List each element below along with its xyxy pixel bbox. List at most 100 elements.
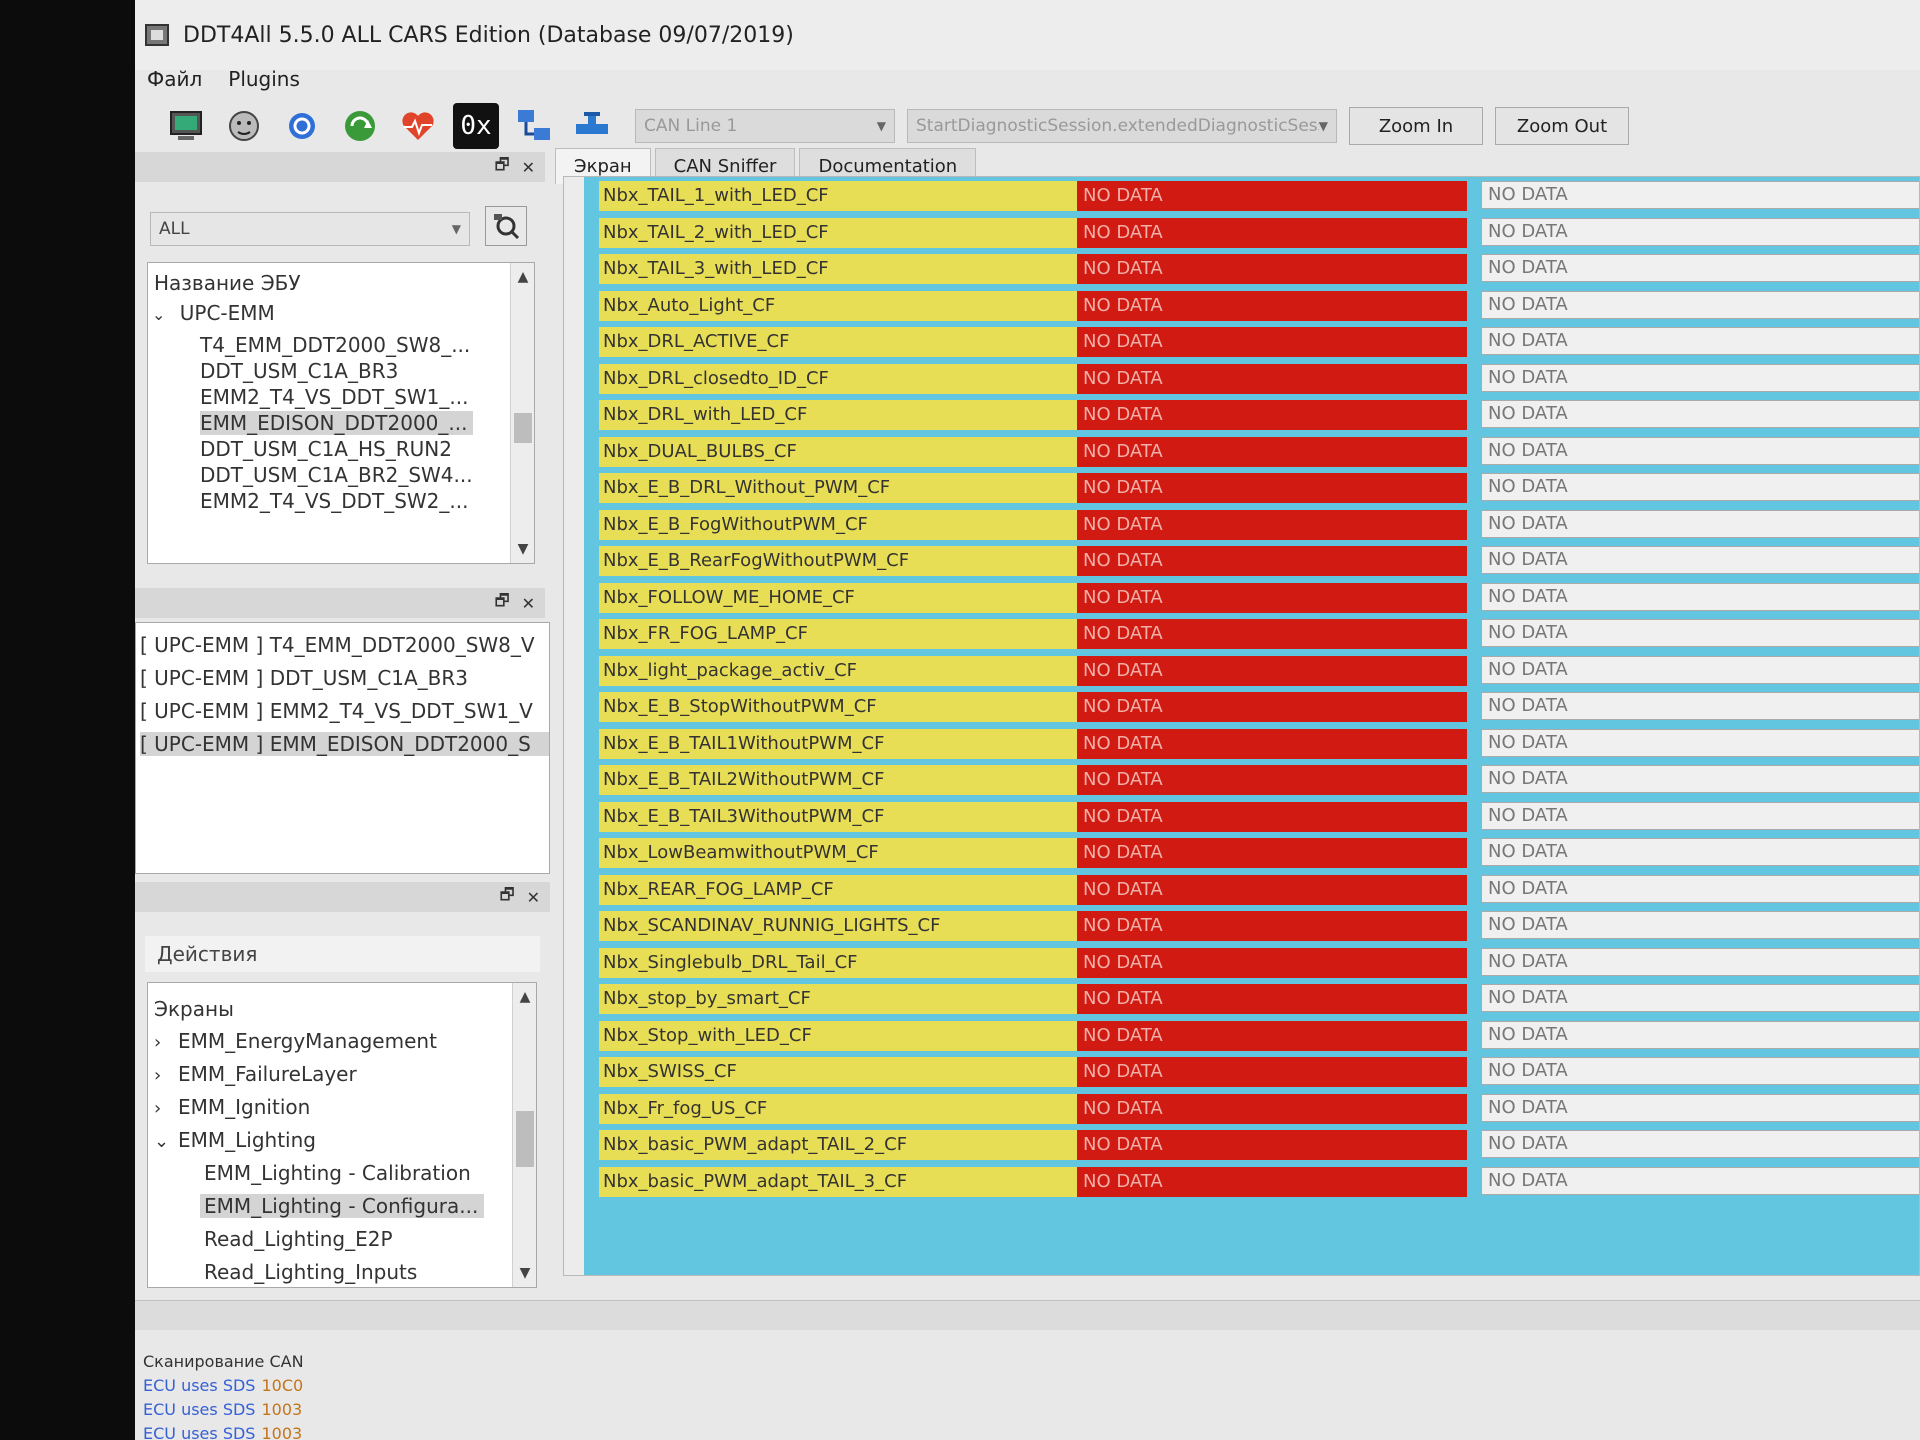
- param-value-input[interactable]: NO DATA: [1481, 1020, 1919, 1049]
- param-name: Nbx_LowBeamwithoutPWM_CF: [599, 838, 1077, 868]
- ecu-tree-item[interactable]: EMM_EDISON_DDT2000_...: [200, 411, 474, 435]
- param-value-input[interactable]: NO DATA: [1481, 217, 1919, 246]
- chevron-down-icon[interactable]: ▼: [513, 1261, 536, 1285]
- refresh-icon[interactable]: [279, 103, 325, 149]
- float-icon[interactable]: 🗗: [495, 590, 510, 617]
- log-line: ECU uses SDS 1003: [143, 1398, 304, 1422]
- param-value-input[interactable]: NO DATA: [1481, 290, 1919, 319]
- menu-bar: Файл Plugins: [135, 62, 300, 96]
- param-value-display: NO DATA: [1077, 728, 1467, 759]
- zoom-in-button[interactable]: Zoom In: [1349, 107, 1483, 145]
- param-value-input[interactable]: NO DATA: [1481, 1130, 1919, 1158]
- float-icon[interactable]: 🗗: [495, 154, 510, 181]
- zoom-out-button[interactable]: Zoom Out: [1495, 107, 1629, 145]
- sync-icon[interactable]: [337, 103, 383, 149]
- close-icon[interactable]: ✕: [527, 888, 540, 907]
- param-name: Nbx_REAR_FOG_LAMP_CF: [599, 874, 1077, 905]
- chevron-down-icon: ▼: [876, 119, 886, 133]
- param-row: Nbx_Auto_Light_CF NO DATA NO DATA: [584, 290, 1919, 321]
- param-value-input[interactable]: NO DATA: [1481, 254, 1919, 282]
- param-value-input[interactable]: NO DATA: [1481, 655, 1919, 684]
- loaded-ecu-item[interactable]: [ UPC-EMM ] T4_EMM_DDT2000_SW8_V: [140, 633, 549, 657]
- chevron-right-icon[interactable]: ›: [154, 1098, 174, 1119]
- param-name: Nbx_E_B_TAIL2WithoutPWM_CF: [599, 765, 1077, 795]
- action-tree-item[interactable]: › EMM_EnergyManagement: [154, 1029, 443, 1053]
- param-value-input[interactable]: NO DATA: [1481, 181, 1919, 209]
- close-icon[interactable]: ✕: [522, 594, 535, 613]
- monitor-icon[interactable]: [163, 103, 209, 149]
- heartbeat-icon[interactable]: [395, 103, 441, 149]
- param-value-input[interactable]: NO DATA: [1481, 728, 1919, 757]
- param-value-input[interactable]: NO DATA: [1481, 911, 1919, 939]
- ecu-tree-item[interactable]: EMM2_T4_VS_DDT_SW1_...: [200, 385, 474, 409]
- param-value-input[interactable]: NO DATA: [1481, 363, 1919, 392]
- ecu-tree-item[interactable]: EMM2_T4_VS_DDT_SW2_...: [200, 489, 474, 513]
- param-value-input[interactable]: NO DATA: [1481, 838, 1919, 866]
- param-value-input[interactable]: NO DATA: [1481, 619, 1919, 647]
- loaded-ecu-item[interactable]: [ UPC-EMM ] DDT_USM_C1A_BR3: [140, 666, 549, 690]
- dog-icon[interactable]: [221, 103, 267, 149]
- param-row: Nbx_basic_PWM_adapt_TAIL_3_CF NO DATA NO D…: [584, 1166, 1919, 1197]
- param-name: Nbx_TAIL_1_with_LED_CF: [599, 181, 1077, 211]
- action-tree-item[interactable]: EMM_Lighting - Configura...: [200, 1194, 485, 1218]
- param-value-input[interactable]: NO DATA: [1481, 1057, 1919, 1085]
- menu-plugins[interactable]: Plugins: [228, 67, 300, 91]
- chevron-up-icon[interactable]: ▲: [511, 265, 534, 289]
- param-value-input[interactable]: NO DATA: [1481, 473, 1919, 501]
- param-value-display: NO DATA: [1077, 765, 1467, 795]
- param-value-display: NO DATA: [1077, 1093, 1467, 1124]
- chevron-down-icon[interactable]: ⌄: [154, 1131, 174, 1152]
- param-value-input[interactable]: NO DATA: [1481, 947, 1919, 976]
- close-icon[interactable]: ✕: [522, 158, 535, 177]
- action-tree-item[interactable]: Read_Lighting_E2P: [200, 1227, 399, 1251]
- action-tree-item[interactable]: ⌄ EMM_Lighting: [154, 1128, 322, 1152]
- chevron-right-icon[interactable]: ›: [154, 1032, 174, 1053]
- param-value-input[interactable]: NO DATA: [1481, 1093, 1919, 1122]
- action-tree-item[interactable]: › EMM_Ignition: [154, 1095, 316, 1119]
- param-value-input[interactable]: NO DATA: [1481, 874, 1919, 903]
- can-line-select[interactable]: CAN Line 1 ▼: [635, 109, 895, 143]
- ecu-tree-item[interactable]: DDT_USM_C1A_BR2_SW4...: [200, 463, 479, 487]
- param-value-input[interactable]: NO DATA: [1481, 546, 1919, 574]
- scroll-thumb[interactable]: [514, 413, 532, 443]
- ecu-tree-item[interactable]: T4_EMM_DDT2000_SW8_...: [200, 333, 476, 357]
- ecu-tree-item[interactable]: DDT_USM_C1A_BR3: [200, 359, 404, 383]
- ecu-group[interactable]: ⌄ UPC-EMM: [152, 301, 275, 325]
- action-tree-item[interactable]: › EMM_FailureLayer: [154, 1062, 363, 1086]
- ecu-scrollbar[interactable]: ▲ ▼: [510, 263, 534, 563]
- param-value-input[interactable]: NO DATA: [1481, 400, 1919, 428]
- network-icon[interactable]: [511, 103, 557, 149]
- action-tree-item[interactable]: EMM_Lighting - Calibration: [200, 1161, 477, 1185]
- log-text: ECU uses SDS: [143, 1424, 256, 1440]
- pipe-icon[interactable]: [569, 103, 615, 149]
- param-value-input[interactable]: NO DATA: [1481, 801, 1919, 830]
- param-value-input[interactable]: NO DATA: [1481, 436, 1919, 465]
- param-value-input[interactable]: NO DATA: [1481, 692, 1919, 720]
- chevron-down-icon: ▼: [1318, 119, 1328, 133]
- ecu-search-button[interactable]: [485, 206, 527, 246]
- param-value-input[interactable]: NO DATA: [1481, 509, 1919, 538]
- chevron-down-icon[interactable]: ▼: [511, 537, 534, 561]
- chevron-right-icon[interactable]: ›: [154, 1065, 174, 1086]
- loaded-ecu-item[interactable]: [ UPC-EMM ] EMM2_T4_VS_DDT_SW1_V: [140, 699, 549, 723]
- param-value-input[interactable]: NO DATA: [1481, 1166, 1919, 1195]
- chevron-up-icon[interactable]: ▲: [513, 985, 536, 1009]
- param-value-input[interactable]: NO DATA: [1481, 327, 1919, 355]
- session-select[interactable]: StartDiagnosticSession.extendedDiagnosti…: [907, 109, 1337, 143]
- param-row: Nbx_Fr_fog_US_CF NO DATA NO DATA: [584, 1093, 1919, 1124]
- ecu-filter-select[interactable]: ALL ▼: [150, 212, 470, 246]
- ecu-tree-item[interactable]: DDT_USM_C1A_HS_RUN2: [200, 437, 458, 461]
- action-tree-item[interactable]: Read_Lighting_Inputs: [200, 1260, 423, 1284]
- hex-icon[interactable]: 0x: [453, 103, 499, 149]
- actions-scrollbar[interactable]: ▲ ▼: [512, 983, 536, 1287]
- param-value-display: NO DATA: [1077, 692, 1467, 722]
- param-value-input[interactable]: NO DATA: [1481, 765, 1919, 793]
- param-value-input[interactable]: NO DATA: [1481, 582, 1919, 611]
- loaded-ecu-item[interactable]: [ UPC-EMM ] EMM_EDISON_DDT2000_S: [140, 732, 549, 756]
- float-icon[interactable]: 🗗: [500, 884, 515, 911]
- scroll-thumb[interactable]: [516, 1111, 534, 1167]
- param-value-display: NO DATA: [1077, 582, 1467, 613]
- param-value-display: NO DATA: [1077, 1166, 1467, 1197]
- param-value-input[interactable]: NO DATA: [1481, 984, 1919, 1012]
- menu-file[interactable]: Файл: [147, 67, 202, 91]
